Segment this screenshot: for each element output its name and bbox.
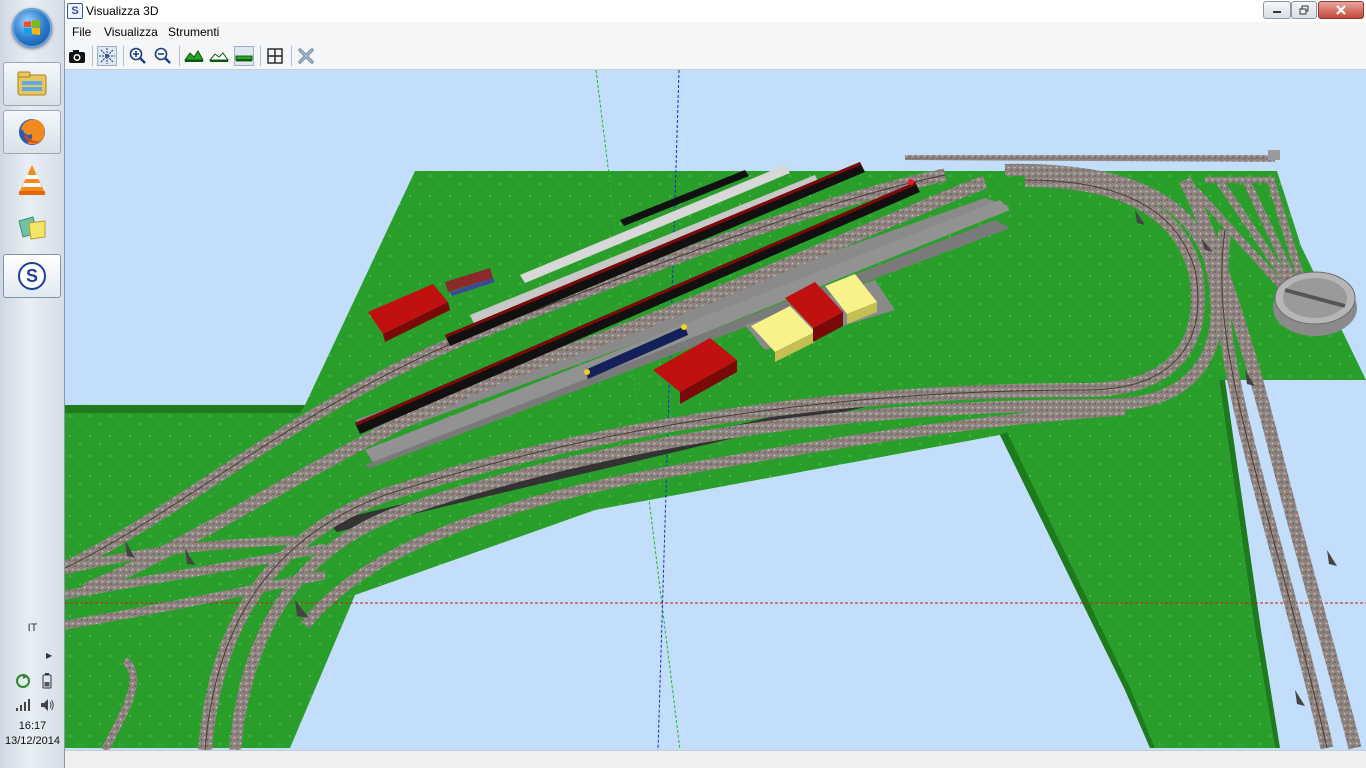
volume-icon[interactable] xyxy=(39,697,55,713)
close-button[interactable] xyxy=(1318,1,1364,19)
close-view-icon xyxy=(298,48,314,64)
layout-app-icon: S xyxy=(18,262,46,290)
clock-time: 16:17 xyxy=(18,720,47,732)
tray-expand-icon[interactable]: ▶ xyxy=(46,651,52,660)
camera-icon xyxy=(69,50,85,63)
close-view-button[interactable] xyxy=(296,46,316,66)
zoom-in-icon xyxy=(129,47,146,64)
terrain-flat-icon xyxy=(235,55,253,62)
terrain-raise-button[interactable] xyxy=(184,46,204,66)
menu-strumenti[interactable]: Strumenti xyxy=(168,25,219,39)
taskbar-layout-app-button[interactable]: S xyxy=(3,254,61,298)
axes-icon xyxy=(99,48,115,64)
app-window: S Visualizza 3D File Visualizza Strument… xyxy=(65,0,1366,768)
network-icon[interactable] xyxy=(15,697,31,713)
firefox-icon xyxy=(19,119,45,145)
battery-icon[interactable] xyxy=(39,673,55,689)
fit-view-icon xyxy=(267,48,283,64)
terrain-lower-button[interactable] xyxy=(209,46,229,66)
taskbar-vlc-button[interactable] xyxy=(3,158,61,202)
close-icon xyxy=(1336,5,1346,15)
sync-icon[interactable] xyxy=(15,673,31,689)
snapshot-button[interactable] xyxy=(67,46,87,66)
taskbar-firefox-button[interactable] xyxy=(3,110,61,154)
restore-icon xyxy=(1299,5,1309,15)
taskbar: S IT ▶ 16:17 13/12/2014 xyxy=(0,0,65,768)
taskbar-explorer-button[interactable] xyxy=(3,62,61,106)
start-button[interactable] xyxy=(12,8,52,48)
minimize-icon xyxy=(1273,11,1281,13)
terrain-flat-button[interactable] xyxy=(234,46,254,66)
title-bar[interactable]: S Visualizza 3D xyxy=(65,0,1366,22)
menu-bar: File Visualizza Strumenti xyxy=(65,22,1366,42)
zoom-in-button[interactable] xyxy=(128,46,148,66)
minimize-button[interactable] xyxy=(1263,1,1291,19)
terrain-lower-icon xyxy=(209,52,229,62)
vlc-icon xyxy=(19,165,45,195)
windows-flag-icon xyxy=(24,20,40,35)
zoom-out-button[interactable] xyxy=(153,46,173,66)
siding-track xyxy=(905,150,1280,162)
system-clock[interactable]: 16:17 13/12/2014 xyxy=(0,719,65,749)
file-explorer-icon xyxy=(17,71,47,96)
language-indicator[interactable]: IT xyxy=(0,622,65,634)
status-bar xyxy=(65,750,1366,768)
zoom-out-icon xyxy=(154,47,171,64)
turntable[interactable] xyxy=(1273,271,1357,336)
layout-3d-scene[interactable] xyxy=(65,70,1366,750)
toolbar xyxy=(65,42,1366,70)
clock-date: 13/12/2014 xyxy=(4,735,61,747)
3d-viewport[interactable] xyxy=(65,70,1366,750)
axes-toggle-button[interactable] xyxy=(97,46,117,66)
svg-text:S: S xyxy=(26,266,38,286)
terrain-raise-icon xyxy=(184,50,204,62)
menu-visualizza[interactable]: Visualizza xyxy=(104,25,158,39)
fit-view-button[interactable] xyxy=(265,46,285,66)
photo-viewer-icon xyxy=(18,216,46,240)
restore-button[interactable] xyxy=(1291,1,1317,19)
window-title: Visualizza 3D xyxy=(86,4,159,18)
taskbar-photo-viewer-button[interactable] xyxy=(3,206,61,250)
app-icon[interactable]: S xyxy=(67,3,83,19)
menu-file[interactable]: File xyxy=(72,25,91,39)
